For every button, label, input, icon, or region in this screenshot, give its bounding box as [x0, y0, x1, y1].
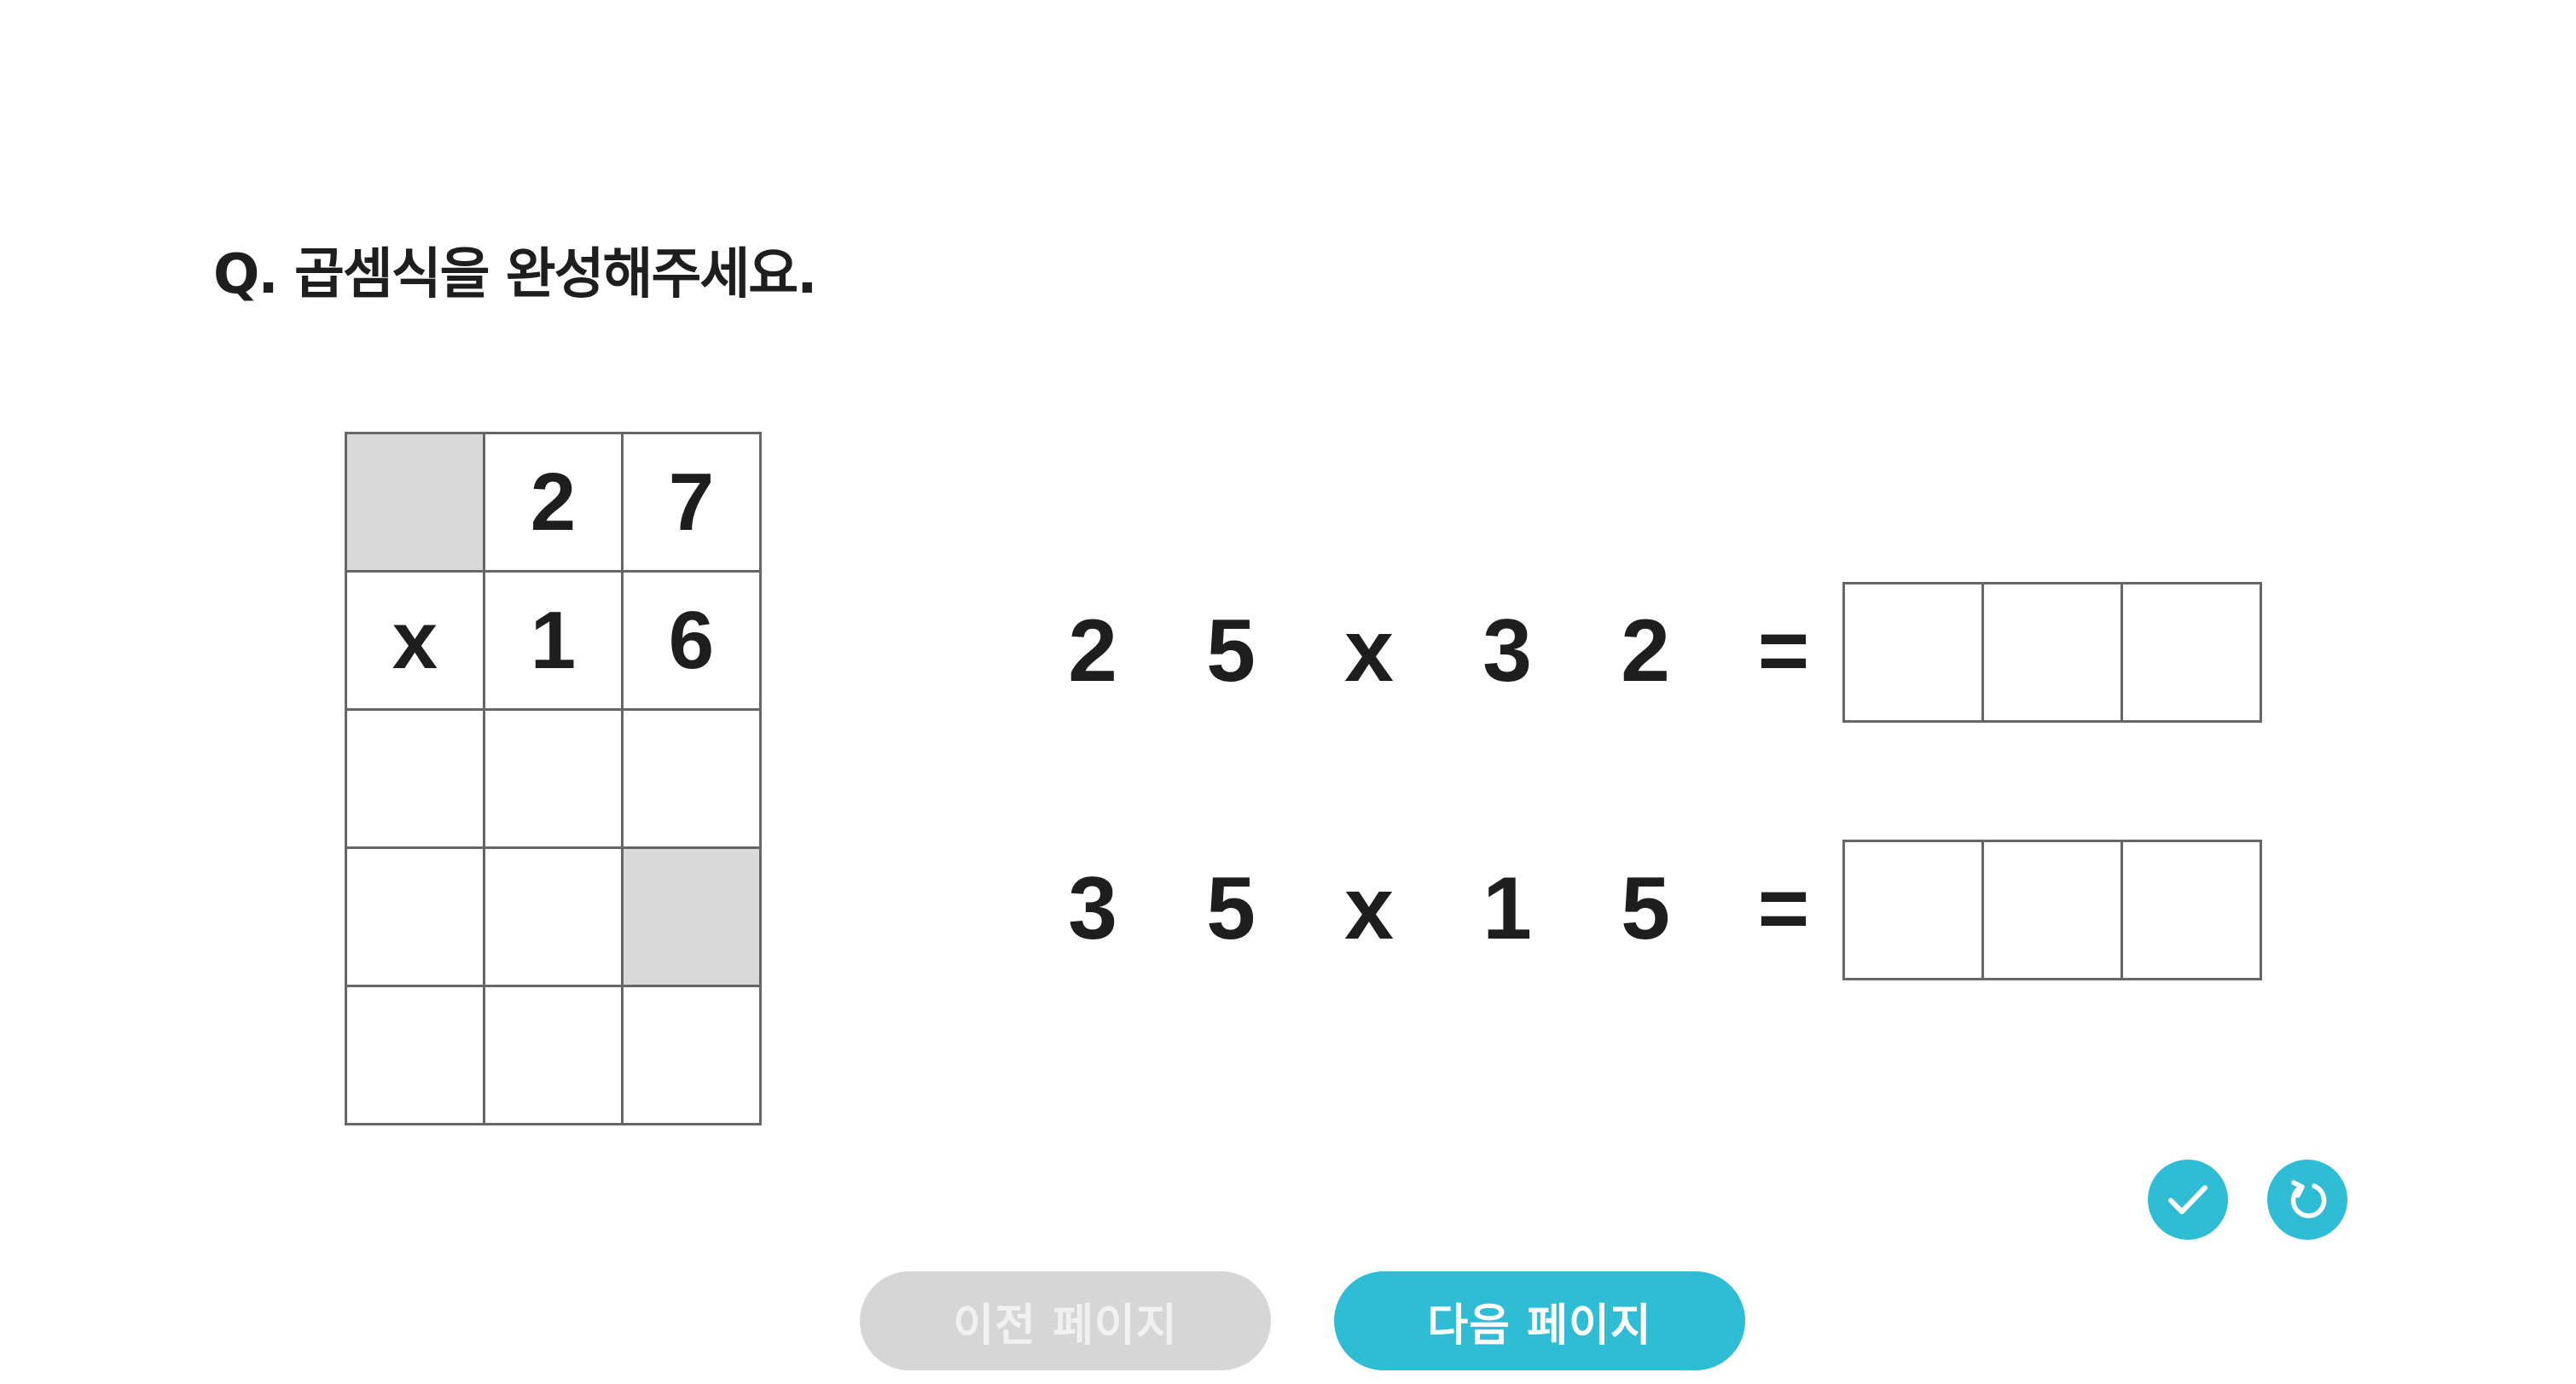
equation-digit: 2: [1068, 602, 1117, 701]
grid-input-cell[interactable]: [485, 849, 624, 987]
equation-digit: 5: [1206, 602, 1256, 701]
answer-input-box[interactable]: [1984, 584, 2123, 723]
answer-boxes: [1842, 840, 2262, 980]
grid-input-cell[interactable]: [347, 849, 485, 987]
grid-input-cell[interactable]: [485, 711, 624, 849]
grid-cell-digit: 6: [624, 573, 762, 711]
grid-input-cell[interactable]: [624, 711, 762, 849]
check-icon: [2168, 1185, 2208, 1214]
equation-digit: 3: [1068, 859, 1117, 958]
grid-cell-shaded: [624, 849, 762, 987]
answer-input-box[interactable]: [1984, 842, 2123, 980]
question-title: Q. 곱셈식을 완성해주세요.: [213, 243, 817, 306]
equation-row-2: 3 5 x 1 5 =: [1024, 840, 2262, 980]
answer-input-box[interactable]: [1845, 842, 1984, 980]
next-page-button[interactable]: 다음 페이지: [1334, 1271, 1745, 1370]
reset-icon: [2290, 1180, 2327, 1218]
equation-row-1: 2 5 x 3 2 =: [1024, 582, 2262, 723]
equation-digit: 1: [1482, 859, 1532, 958]
grid-cell-shaded: [347, 434, 485, 573]
answer-input-box[interactable]: [2123, 584, 2262, 723]
answer-boxes: [1842, 582, 2262, 723]
check-answer-button[interactable]: [2148, 1160, 2228, 1240]
equation-digit: 3: [1482, 602, 1532, 701]
prev-page-button[interactable]: 이전 페이지: [860, 1271, 1271, 1370]
equation-digit: 5: [1621, 859, 1670, 958]
answer-input-box[interactable]: [1845, 584, 1984, 723]
grid-input-cell[interactable]: [485, 987, 624, 1125]
grid-cell-digit: 7: [624, 434, 762, 573]
equation-digit: 5: [1206, 859, 1256, 958]
grid-cell-digit: 1: [485, 573, 624, 711]
grid-cell-digit: 2: [485, 434, 624, 573]
answer-input-box[interactable]: [2123, 842, 2262, 980]
equals-sign: =: [1757, 859, 1810, 958]
equals-sign: =: [1757, 602, 1810, 701]
grid-input-cell[interactable]: [624, 987, 762, 1125]
multiplication-grid: 2 7 x 1 6: [345, 432, 762, 1125]
equation-operator: x: [1344, 602, 1394, 701]
grid-input-cell[interactable]: [347, 987, 485, 1125]
reset-button[interactable]: [2267, 1160, 2347, 1240]
equation-digit: 2: [1621, 602, 1670, 701]
equation-operator: x: [1344, 859, 1394, 958]
grid-input-cell[interactable]: [347, 711, 485, 849]
grid-cell-operator: x: [347, 573, 485, 711]
